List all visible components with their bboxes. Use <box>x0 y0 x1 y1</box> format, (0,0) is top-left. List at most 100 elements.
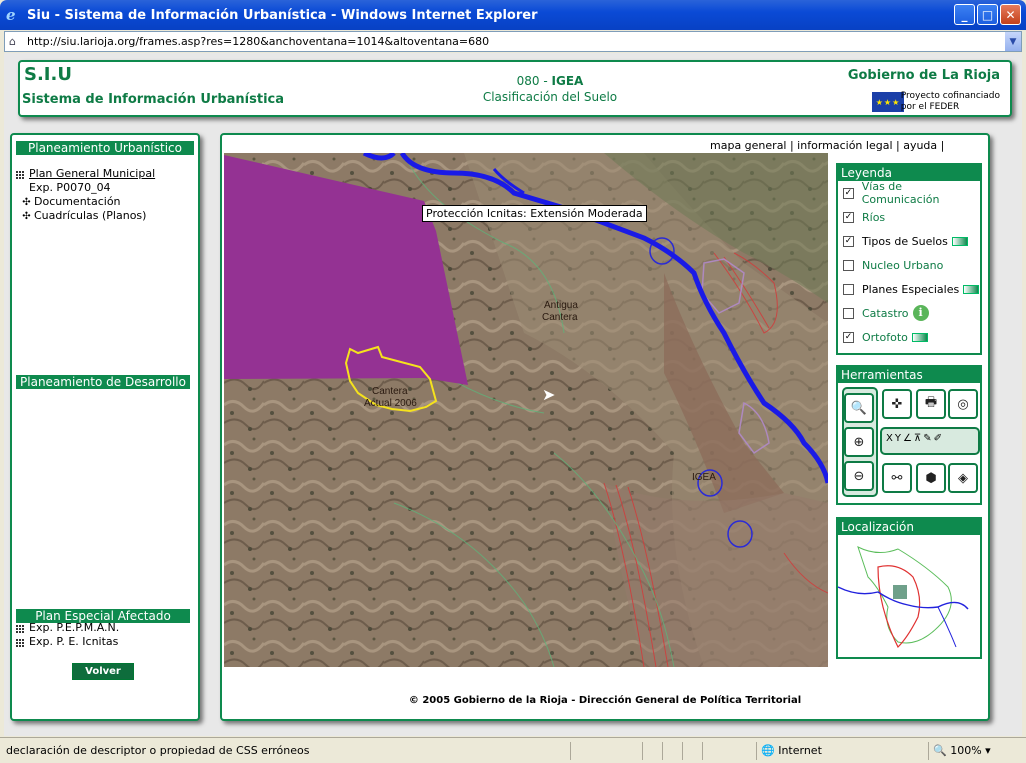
zoom-level: 100% <box>950 744 982 757</box>
tree-item-cuadriculas[interactable]: ✣ Cuadrículas (Planos) <box>16 209 198 223</box>
zoom-out-button[interactable]: ⊖ <box>844 461 874 491</box>
zoom-window-button[interactable]: 🔍 <box>844 393 874 423</box>
status-seg <box>682 742 702 760</box>
legend-item-ortofoto[interactable]: ✓ Ortofoto <box>838 325 980 349</box>
grid-icon <box>16 637 25 647</box>
print-button[interactable]: 🖶 <box>916 389 946 419</box>
checkbox-unchecked[interactable] <box>843 283 854 295</box>
chevron-down-icon[interactable]: ▾ <box>985 744 991 757</box>
map-view[interactable]: Antigua Cantera Cantera Actual 2006 IGEA… <box>224 153 828 667</box>
map-label-igea: IGEA <box>692 472 716 483</box>
volver-button[interactable]: Volver <box>72 663 134 680</box>
locator-panel: Localización <box>836 517 982 659</box>
checkbox-checked[interactable]: ✓ <box>843 235 854 247</box>
legend-item-tipos-suelos[interactable]: ✓ Tipos de Suelos <box>838 229 980 253</box>
refresh-button[interactable]: ◎ <box>948 389 978 419</box>
security-zone[interactable]: 🌐 Internet <box>756 742 926 760</box>
legend-item-rios[interactable]: ✓ Ríos <box>838 205 980 229</box>
tree-item-expediente: Exp. P0070_04 <box>16 181 198 195</box>
zoom-control[interactable]: 🔍 100% ▾ <box>928 742 1018 760</box>
status-seg <box>570 742 642 760</box>
funding-line-2: por el FEDER <box>900 102 960 112</box>
view-name: Clasificación del Suelo <box>482 90 618 104</box>
legend-item-catastro[interactable]: Catastro i <box>838 301 980 325</box>
legend-swatch-icon <box>963 284 980 294</box>
globe-icon: 🌐 <box>761 744 775 757</box>
zoom-in-button[interactable]: ⊕ <box>844 427 874 457</box>
info-icon[interactable]: i <box>912 305 929 321</box>
municipality-name: IGEA <box>551 74 584 88</box>
feder-text: Proyecto cofinanciado por el FEDER <box>901 91 1000 113</box>
list-item-pepman[interactable]: Exp. P.E.P.M.A.N. <box>16 621 119 635</box>
address-bar[interactable]: ⌂ http://siu.larioja.org/frames.asp?res=… <box>4 31 1022 52</box>
map-label-cantera-actual: Cantera <box>372 386 408 397</box>
municipality-title: 080 - IGEA <box>516 74 584 88</box>
legend-item-planes[interactable]: Planes Especiales <box>838 277 980 301</box>
mouse-cursor-icon: ➤ <box>542 385 556 404</box>
tree-item-label: Documentación <box>34 195 121 208</box>
map-label-cantera: Cantera <box>542 312 578 323</box>
orthophoto-map[interactable]: Antigua Cantera Cantera Actual 2006 IGEA <box>224 153 828 667</box>
tree-item-documentacion[interactable]: ✣ Documentación <box>16 195 198 209</box>
checkbox-unchecked[interactable] <box>843 307 854 319</box>
tools-panel: Herramientas 🔍 ⊕ ⊖ ✜ 🖶 ◎ XY∠⊼✎✐ ⚯ ⬢ ◈ <box>836 365 982 505</box>
plan-especial-list: Exp. P.E.P.M.A.N. Exp. P. E. Icnitas <box>12 621 119 649</box>
main-panel: mapa general | información legal | ayuda… <box>220 133 990 721</box>
legend-label[interactable]: Planes Especiales <box>862 283 959 296</box>
checkbox-checked[interactable]: ✓ <box>843 187 854 199</box>
checkbox-checked[interactable]: ✓ <box>843 211 854 223</box>
municipality-code: 080 <box>516 74 540 88</box>
list-item-label: Exp. P. E. Icnitas <box>29 635 119 648</box>
expand-icon[interactable]: ✣ <box>22 196 31 210</box>
planeamiento-tree: Plan General Municipal Exp. P0070_04 ✣ Do… <box>12 167 198 223</box>
gobierno-logo: Gobierno de La Rioja <box>847 68 1000 83</box>
legend-swatch-icon <box>911 332 928 342</box>
layers-button[interactable]: ◈ <box>948 463 978 493</box>
tree-item-label: Plan General Municipal <box>29 167 156 180</box>
legend-label[interactable]: Ortofoto <box>862 331 908 344</box>
tree-item-label: Exp. P0070_04 <box>29 181 111 194</box>
url-text[interactable]: http://siu.larioja.org/frames.asp?res=12… <box>27 35 489 48</box>
map-label-antigua-cantera: Antigua <box>544 300 578 311</box>
locator-map[interactable] <box>837 537 980 657</box>
legend-label[interactable]: Nucleo Urbano <box>862 259 943 272</box>
legend-label[interactable]: Ríos <box>862 211 885 224</box>
address-dropdown-button[interactable]: ▼ <box>1005 32 1021 51</box>
section-title-planeamiento-desarrollo: Planeamiento de Desarrollo <box>16 375 190 389</box>
page-content: S.I.U Sistema de Información Urbanística… <box>4 53 1022 736</box>
checkbox-unchecked[interactable] <box>843 259 854 271</box>
legend-label[interactable]: Catastro <box>862 307 909 320</box>
status-seg <box>642 742 662 760</box>
maximize-button[interactable]: □ <box>977 4 998 25</box>
minimize-button[interactable]: _ <box>954 4 975 25</box>
list-item-icnitas[interactable]: Exp. P. E. Icnitas <box>16 635 119 649</box>
expand-icon[interactable]: ✣ <box>22 210 31 224</box>
footer-copyright: © 2005 Gobierno de la Rioja - Dirección … <box>408 695 802 706</box>
grid-icon <box>16 169 25 179</box>
checkbox-checked[interactable]: ✓ <box>843 331 854 343</box>
locator-title: Localización <box>838 519 980 535</box>
legend-label[interactable]: Vías de Comunicación <box>862 180 980 206</box>
status-seg <box>702 742 722 760</box>
window-titlebar: e Siu - Sistema de Información Urbanísti… <box>0 0 1026 30</box>
status-message: declaración de descriptor o propiedad de… <box>6 744 310 757</box>
eu-flag-icon: ★★★ <box>872 92 904 112</box>
legend-label[interactable]: Tipos de Suelos <box>862 235 948 248</box>
binoculars-button[interactable]: ⚯ <box>882 463 912 493</box>
left-panel: Planeamiento Urbanístico Plan General Mu… <box>10 133 200 721</box>
legend-item-vias[interactable]: ✓ Vías de Comunicación <box>838 180 980 206</box>
layer-tool-button[interactable]: ⬢ <box>916 463 946 493</box>
legend-panel: Leyenda ✓ Vías de Comunicación ✓ Ríos ✓ Tip… <box>836 163 982 355</box>
map-label-actual-2006: Actual 2006 <box>364 398 417 409</box>
full-extent-button[interactable]: ✜ <box>882 389 912 419</box>
page-icon: ⌂ <box>9 35 16 48</box>
section-title-planeamiento-urbanistico: Planeamiento Urbanístico <box>16 141 194 155</box>
tree-item-plan-general[interactable]: Plan General Municipal <box>16 167 198 181</box>
tree-item-label: Cuadrículas (Planos) <box>34 209 147 222</box>
legend-item-nucleo[interactable]: Nucleo Urbano <box>838 253 980 277</box>
grid-icon <box>16 623 25 633</box>
tools-title: Herramientas <box>838 367 980 383</box>
measure-tools-icon[interactable]: XY∠⊼✎✐ <box>886 433 944 444</box>
close-button[interactable]: ✕ <box>1000 4 1021 25</box>
map-tooltip: Protección Icnitas: Extensión Moderada <box>422 205 647 222</box>
